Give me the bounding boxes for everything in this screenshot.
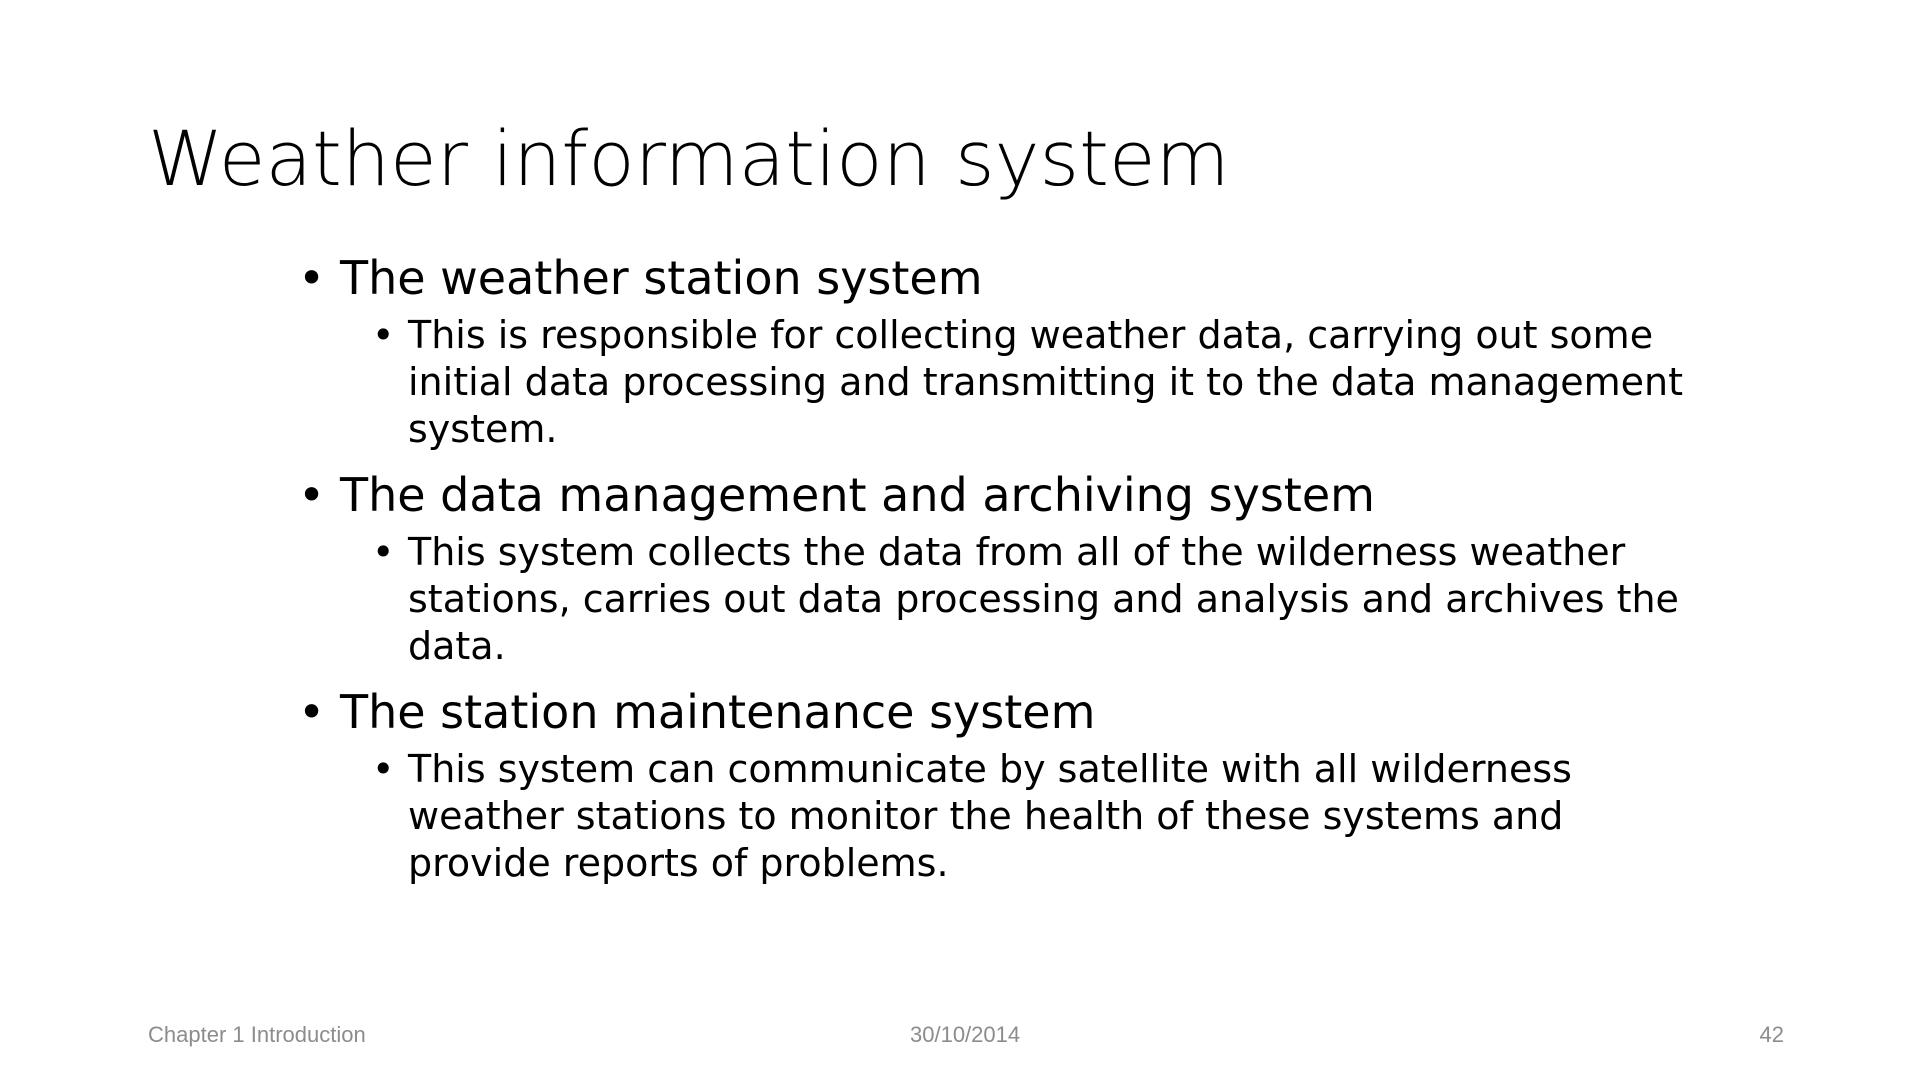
bullet-data-management: • The data management and archiving syst… (298, 467, 1698, 523)
bullet-glyph: • (298, 685, 326, 739)
sub-bullet-weather-station: • This is responsible for collecting wea… (372, 312, 1688, 453)
slide-content: • The weather station system • This is r… (298, 250, 1698, 901)
bullet-heading: The data management and archiving system (340, 468, 1375, 522)
bullet-station-maintenance: • The station maintenance system (298, 684, 1698, 740)
bullet-heading: The station maintenance system (340, 685, 1096, 739)
sub-bullet-text: This system can communicate by satellite… (408, 747, 1572, 885)
footer-date: 30/10/2014 (910, 1022, 1021, 1047)
bullet-glyph: • (298, 251, 326, 305)
bullet-weather-station: • The weather station system (298, 250, 1698, 306)
bullet-heading: The weather station system (340, 251, 983, 305)
bullet-glyph: • (372, 530, 395, 574)
bullet-glyph: • (372, 747, 395, 791)
slide: Weather information system • The weather… (0, 0, 1920, 1080)
footer-page-number: 42 (1759, 1022, 1784, 1047)
bullet-glyph: • (372, 313, 395, 357)
sub-bullet-data-management: • This system collects the data from all… (372, 529, 1688, 670)
sub-bullet-text: This system collects the data from all o… (408, 530, 1679, 668)
sub-bullet-station-maintenance: • This system can communicate by satelli… (372, 746, 1688, 887)
slide-title: Weather information system (148, 114, 1230, 203)
sub-bullet-text: This is responsible for collecting weath… (408, 313, 1684, 451)
bullet-glyph: • (298, 468, 326, 522)
footer-chapter: Chapter 1 Introduction (148, 1022, 366, 1047)
